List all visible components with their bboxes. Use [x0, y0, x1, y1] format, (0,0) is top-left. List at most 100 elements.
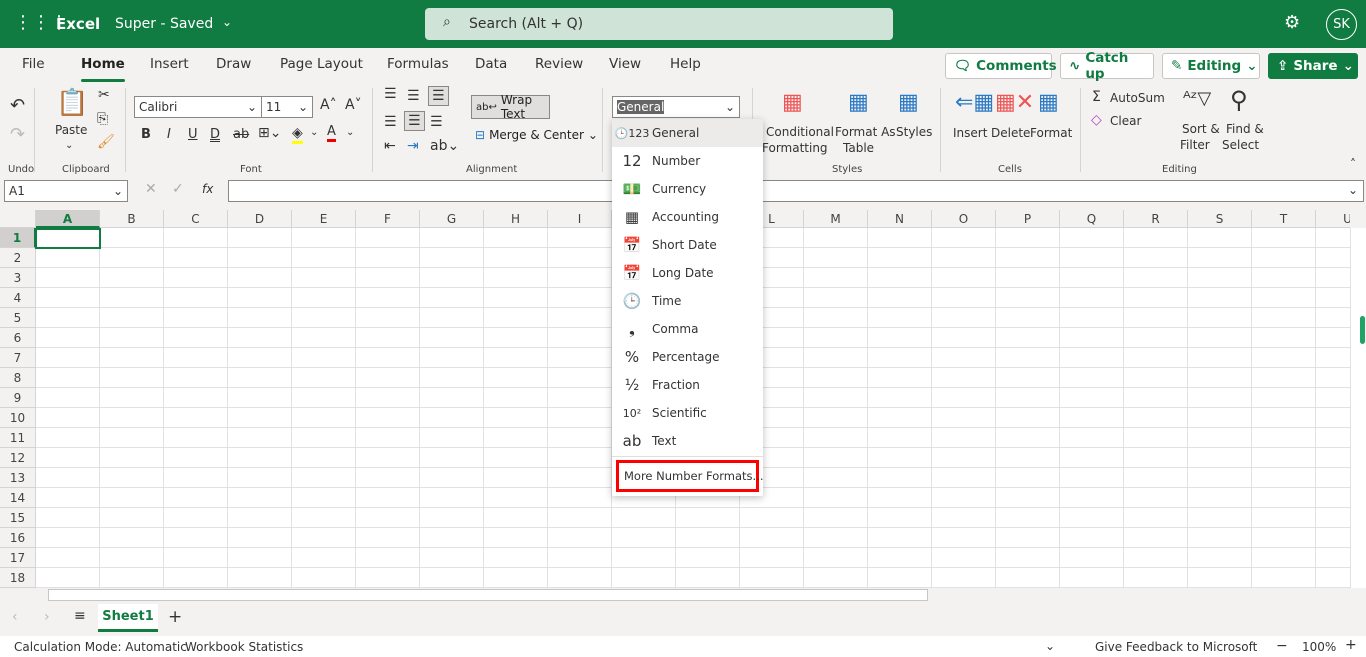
copy-icon[interactable]: ⎘ — [97, 111, 108, 127]
chevron-down-icon[interactable]: ⌄ — [1045, 639, 1055, 653]
menu-item-general[interactable]: 🕒123 General — [612, 119, 763, 147]
chevron-down-icon[interactable]: ⌄ — [310, 127, 318, 138]
comments-button[interactable]: 🗨 Comments — [945, 53, 1057, 79]
menu-item-fraction[interactable]: ½ Fraction — [612, 371, 763, 399]
column-header[interactable]: S — [1188, 210, 1252, 228]
underline-button[interactable]: U — [188, 127, 198, 142]
catch-up-button[interactable]: ∿ Catch up — [1060, 50, 1154, 82]
number-format-select[interactable]: General ⌄ — [612, 96, 740, 118]
menu-item-number[interactable]: 12 Number — [612, 147, 763, 175]
font-name-select[interactable]: Calibri ⌄ — [134, 96, 262, 118]
column-header[interactable]: I — [548, 210, 612, 228]
column-header[interactable]: Q — [1060, 210, 1124, 228]
formula-input[interactable] — [228, 180, 1364, 202]
search-input[interactable]: Search (Alt + Q) — [469, 16, 583, 32]
row-header[interactable]: 15 — [0, 508, 36, 528]
vertical-scrollbar[interactable] — [1350, 228, 1366, 588]
row-header[interactable]: 14 — [0, 488, 36, 508]
column-header[interactable]: O — [932, 210, 996, 228]
row-header[interactable]: 18 — [0, 568, 36, 588]
document-title[interactable]: Super - Saved — [115, 16, 213, 32]
font-color-button[interactable]: A — [327, 124, 336, 142]
sort-filter-label[interactable]: Filter — [1180, 138, 1210, 152]
select-all-corner[interactable] — [0, 210, 36, 228]
find-select-label[interactable]: Select — [1222, 138, 1259, 152]
column-header[interactable]: D — [228, 210, 292, 228]
cancel-icon[interactable]: ✕ — [145, 181, 157, 197]
tab-review[interactable]: Review — [535, 56, 583, 72]
delete-cells-icon[interactable]: ▦✕ — [995, 90, 1034, 115]
insert-button[interactable]: Insert — [953, 126, 987, 140]
menu-item-text[interactable]: ab Text — [612, 427, 763, 455]
row-header[interactable]: 12 — [0, 448, 36, 468]
column-header[interactable]: E — [292, 210, 356, 228]
insert-function-button[interactable]: fx — [202, 182, 213, 196]
tab-formulas[interactable]: Formulas — [387, 56, 449, 72]
row-header[interactable]: 10 — [0, 408, 36, 428]
tab-draw[interactable]: Draw — [216, 56, 251, 72]
column-header[interactable]: F — [356, 210, 420, 228]
align-middle-icon[interactable]: ☰ — [407, 88, 420, 104]
chevron-down-icon[interactable]: ⌄ — [222, 15, 232, 29]
column-header[interactable]: P — [996, 210, 1060, 228]
double-underline-button[interactable]: D — [210, 127, 220, 142]
find-select-icon[interactable]: ⚲ — [1230, 86, 1248, 114]
selected-cell[interactable] — [35, 228, 101, 249]
align-top-icon[interactable]: ☰ — [384, 86, 397, 102]
row-header[interactable]: 17 — [0, 548, 36, 568]
app-name[interactable]: Excel — [56, 15, 100, 33]
tab-insert[interactable]: Insert — [150, 56, 189, 72]
search-box[interactable]: ⌕ Search (Alt + Q) — [425, 8, 893, 40]
align-left-icon[interactable]: ☰ — [384, 114, 397, 130]
tab-view[interactable]: View — [609, 56, 641, 72]
chevron-down-icon[interactable]: ⌄ — [1348, 183, 1358, 197]
row-header[interactable]: 9 — [0, 388, 36, 408]
row-header[interactable]: 2 — [0, 248, 36, 268]
share-button[interactable]: ⇪ Share ⌄ — [1268, 53, 1358, 79]
paste-button[interactable]: Paste — [55, 123, 87, 137]
zoom-out-icon[interactable]: − — [1276, 638, 1288, 654]
paste-icon[interactable]: 📋 — [56, 88, 88, 118]
column-header[interactable]: T — [1252, 210, 1316, 228]
column-header[interactable]: G — [420, 210, 484, 228]
row-header[interactable]: 8 — [0, 368, 36, 388]
column-header[interactable]: H — [484, 210, 548, 228]
column-header[interactable]: C — [164, 210, 228, 228]
tab-file[interactable]: File — [22, 56, 45, 72]
eraser-icon[interactable]: ◇ — [1091, 112, 1102, 128]
row-header[interactable]: 11 — [0, 428, 36, 448]
column-header[interactable]: B — [100, 210, 164, 228]
decrease-font-icon[interactable]: A˅ — [345, 97, 362, 113]
align-center-icon[interactable]: ☰ — [404, 111, 425, 131]
row-header[interactable]: 4 — [0, 288, 36, 308]
menu-item-percentage[interactable]: % Percentage — [612, 343, 763, 371]
menu-item-long-date[interactable]: 📅 Long Date — [612, 259, 763, 287]
tab-home[interactable]: Home — [81, 56, 125, 82]
align-right-icon[interactable]: ☰ — [430, 114, 443, 130]
align-bottom-icon[interactable]: ☰ — [428, 86, 449, 106]
delete-button[interactable]: Delete — [991, 126, 1030, 140]
bold-button[interactable]: B — [141, 127, 151, 142]
row-header[interactable]: 7 — [0, 348, 36, 368]
scroll-thumb[interactable] — [48, 589, 928, 601]
column-header[interactable]: M — [804, 210, 868, 228]
menu-item-time[interactable]: 🕒 Time — [612, 287, 763, 315]
find-select-button[interactable]: Find & — [1226, 122, 1264, 136]
format-cells-icon[interactable]: ▦ — [1038, 90, 1059, 115]
more-number-formats-button[interactable]: More Number Formats... — [616, 460, 764, 492]
merge-center-button[interactable]: ⊟ Merge & Center ⌄ — [475, 128, 598, 142]
horizontal-scrollbar[interactable] — [36, 588, 1350, 602]
row-header[interactable]: 6 — [0, 328, 36, 348]
scroll-thumb[interactable] — [1360, 316, 1365, 344]
menu-item-comma[interactable]: ❟ Comma — [612, 315, 763, 343]
insert-cells-icon[interactable]: ⇐▦ — [955, 90, 994, 115]
tab-page-layout[interactable]: Page Layout — [280, 56, 363, 72]
menu-item-currency[interactable]: 💵 Currency — [612, 175, 763, 203]
italic-button[interactable]: I — [167, 127, 171, 142]
column-header[interactable]: U — [1316, 210, 1350, 228]
format-as-table-icon[interactable]: ▦ — [848, 90, 869, 115]
row-header[interactable]: 1 — [0, 228, 36, 248]
column-header[interactable]: N — [868, 210, 932, 228]
wrap-text-button[interactable]: ab↩ Wrap Text — [471, 93, 550, 121]
menu-item-scientific[interactable]: 10² Scientific — [612, 399, 763, 427]
